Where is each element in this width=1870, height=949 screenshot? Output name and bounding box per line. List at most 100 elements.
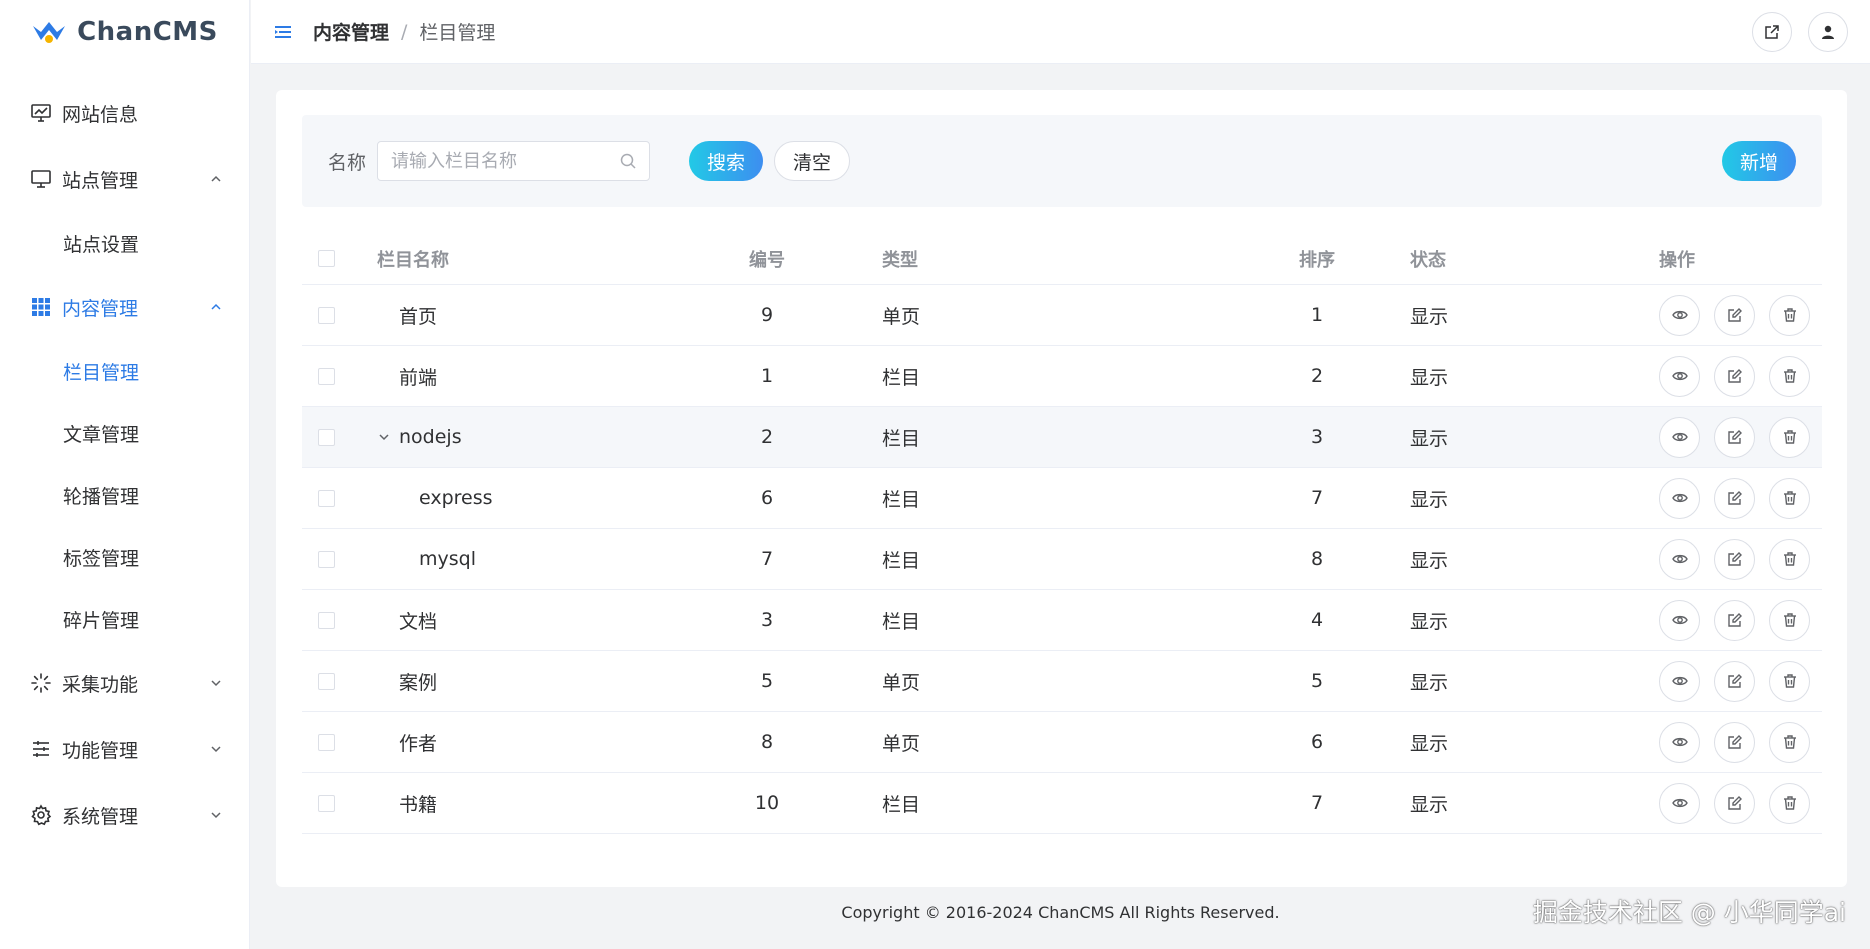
view-button[interactable] xyxy=(1659,477,1700,519)
sidebar-item-content-management[interactable]: 内容管理 xyxy=(0,274,249,340)
row-checkbox[interactable] xyxy=(318,367,335,385)
row-checkbox[interactable] xyxy=(318,672,335,690)
row-checkbox[interactable] xyxy=(318,428,335,446)
edit-button[interactable] xyxy=(1714,721,1755,763)
delete-button[interactable] xyxy=(1769,721,1810,763)
edit-icon xyxy=(1727,491,1742,505)
breadcrumb-separator: / xyxy=(401,20,408,43)
row-checkbox[interactable] xyxy=(318,794,335,812)
view-icon xyxy=(1671,432,1688,442)
chevron-down-icon[interactable] xyxy=(377,430,391,444)
sidebar-item-site-settings[interactable]: 站点设置 xyxy=(0,212,249,274)
view-button[interactable] xyxy=(1659,355,1700,397)
menu-fold-icon[interactable] xyxy=(273,22,293,42)
category-code: 6 xyxy=(760,487,774,509)
view-button[interactable] xyxy=(1659,538,1700,580)
sidebar-item-label: 碎片管理 xyxy=(63,609,140,632)
edit-button[interactable] xyxy=(1714,599,1755,641)
table-row[interactable]: 案例 5 单页 5 显示 xyxy=(302,651,1822,712)
view-button[interactable] xyxy=(1659,660,1700,702)
delete-button[interactable] xyxy=(1769,477,1810,519)
view-icon xyxy=(1671,798,1688,808)
table-row[interactable]: 书籍 10 栏目 7 显示 xyxy=(302,773,1822,834)
add-button[interactable]: 新增 xyxy=(1722,141,1796,181)
category-name: 前端 xyxy=(399,366,438,389)
delete-button[interactable] xyxy=(1769,660,1810,702)
sidebar-item-label: 站点设置 xyxy=(63,233,140,256)
view-button[interactable] xyxy=(1659,721,1700,763)
view-button[interactable] xyxy=(1659,416,1700,458)
edit-icon xyxy=(1727,369,1742,383)
table-row[interactable]: 首页 9 单页 1 显示 xyxy=(302,285,1822,346)
table-row[interactable]: nodejs 2 栏目 3 显示 xyxy=(302,407,1822,468)
sidebar-item-collection[interactable]: 采集功能 xyxy=(0,650,249,716)
column-header-type: 类型 xyxy=(882,249,918,271)
row-checkbox[interactable] xyxy=(318,733,335,751)
sidebar-item-carousel-management[interactable]: 轮播管理 xyxy=(0,464,249,526)
user-icon xyxy=(1822,25,1834,39)
edit-button[interactable] xyxy=(1714,782,1755,824)
view-button[interactable] xyxy=(1659,294,1700,336)
sidebar-item-site-management[interactable]: 站点管理 xyxy=(0,146,249,212)
row-checkbox[interactable] xyxy=(318,550,335,568)
sidebar-item-label: 内容管理 xyxy=(62,297,139,320)
sidebar-item-feature-management[interactable]: 功能管理 xyxy=(0,716,249,782)
delete-button[interactable] xyxy=(1769,782,1810,824)
delete-button[interactable] xyxy=(1769,599,1810,641)
view-button[interactable] xyxy=(1659,782,1700,824)
sidebar-item-label: 网站信息 xyxy=(62,103,139,126)
edit-button[interactable] xyxy=(1714,294,1755,336)
sidebar-item-site-info[interactable]: 网站信息 xyxy=(0,80,249,146)
row-checkbox[interactable] xyxy=(318,489,335,507)
breadcrumb-item-content[interactable]: 内容管理 xyxy=(313,18,389,45)
sidebar-item-label: 采集功能 xyxy=(62,673,139,696)
delete-button[interactable] xyxy=(1769,294,1810,336)
edit-button[interactable] xyxy=(1714,660,1755,702)
category-status: 显示 xyxy=(1410,549,1449,572)
sidebar-item-fragment-management[interactable]: 碎片管理 xyxy=(0,588,249,650)
table-row[interactable]: express 6 栏目 7 显示 xyxy=(302,468,1822,529)
delete-button[interactable] xyxy=(1769,416,1810,458)
edit-button[interactable] xyxy=(1714,416,1755,458)
user-button[interactable] xyxy=(1808,12,1848,52)
chevron-up-icon xyxy=(211,175,221,182)
select-all-checkbox[interactable] xyxy=(318,250,335,267)
row-actions xyxy=(1659,468,1810,528)
table-row[interactable]: mysql 7 栏目 8 显示 xyxy=(302,529,1822,590)
edit-button[interactable] xyxy=(1714,477,1755,519)
delete-icon xyxy=(1783,796,1796,810)
external-link-icon xyxy=(1765,25,1779,39)
edit-icon xyxy=(1727,735,1742,749)
sidebar-item-tag-management[interactable]: 标签管理 xyxy=(0,526,249,588)
sidebar-item-category-management[interactable]: 栏目管理 xyxy=(0,340,249,402)
clear-button[interactable]: 清空 xyxy=(774,141,850,181)
column-header-sort: 排序 xyxy=(1299,249,1335,271)
delete-icon xyxy=(1783,308,1796,322)
edit-icon xyxy=(1727,308,1742,322)
category-code: 10 xyxy=(754,792,780,814)
category-status: 显示 xyxy=(1410,366,1449,389)
sidebar-item-article-management[interactable]: 文章管理 xyxy=(0,402,249,464)
table-row[interactable]: 文档 3 栏目 4 显示 xyxy=(302,590,1822,651)
sidebar-item-label: 功能管理 xyxy=(62,739,139,762)
edit-button[interactable] xyxy=(1714,538,1755,580)
row-checkbox[interactable] xyxy=(318,306,335,324)
row-checkbox[interactable] xyxy=(318,611,335,629)
sidebar-item-system-management[interactable]: 系统管理 xyxy=(0,782,249,848)
logo[interactable]: ChanCMS xyxy=(0,0,249,64)
open-site-button[interactable] xyxy=(1752,12,1792,52)
category-sort: 7 xyxy=(1310,487,1324,509)
view-button[interactable] xyxy=(1659,599,1700,641)
table-row[interactable]: 前端 1 栏目 2 显示 xyxy=(302,346,1822,407)
sliders-icon xyxy=(30,738,52,760)
chevron-down-icon xyxy=(211,680,221,687)
search-button[interactable]: 搜索 xyxy=(689,141,763,181)
top-header: 内容管理 / 栏目管理 xyxy=(251,0,1870,64)
edit-icon xyxy=(1727,430,1742,444)
edit-button[interactable] xyxy=(1714,355,1755,397)
category-name-input[interactable] xyxy=(377,141,650,181)
table-row[interactable]: 作者 8 单页 6 显示 xyxy=(302,712,1822,773)
delete-button[interactable] xyxy=(1769,355,1810,397)
view-icon xyxy=(1671,310,1688,320)
delete-button[interactable] xyxy=(1769,538,1810,580)
